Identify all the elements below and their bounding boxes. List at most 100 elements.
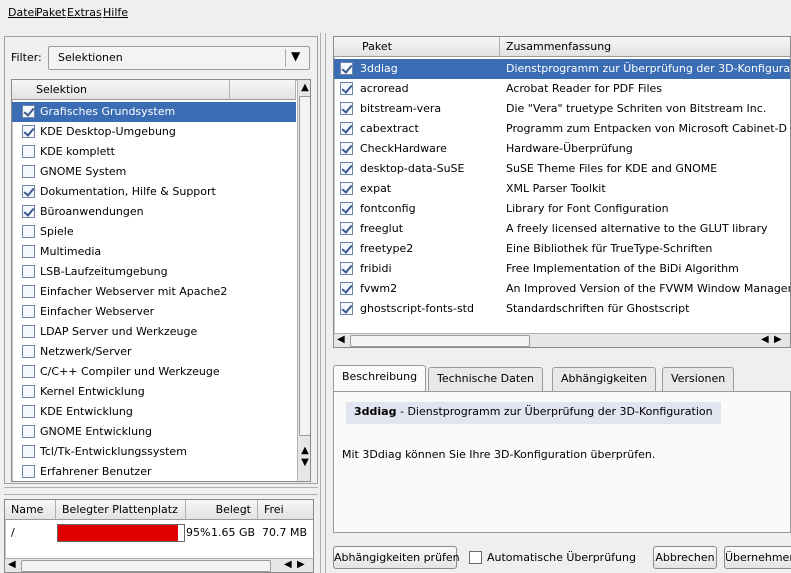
table-row[interactable]: / 95% 1.65 GB 70.7 MB: [5, 522, 313, 544]
table-row[interactable]: freetype2 Eine Bibliothek für TrueType-Sc…: [334, 239, 790, 259]
disk-header-used[interactable]: Belegt: [186, 500, 258, 520]
selection-checkbox[interactable]: [22, 405, 35, 418]
list-item[interactable]: Spiele: [12, 222, 296, 242]
package-checkbox[interactable]: [340, 302, 353, 315]
auto-check-checkbox[interactable]: [469, 551, 482, 564]
list-item[interactable]: KDE Desktop-Umgebung: [12, 122, 296, 142]
menu-datei[interactable]: Datei: [8, 6, 37, 19]
list-item[interactable]: C/C++ Compiler und Werkzeuge: [12, 362, 296, 382]
list-item[interactable]: Einfacher Webserver: [12, 302, 296, 322]
selection-checkbox[interactable]: [22, 385, 35, 398]
package-checkbox[interactable]: [340, 122, 353, 135]
package-checkbox[interactable]: [340, 282, 353, 295]
table-row[interactable]: fribidi Free Implementation of the BiDi A…: [334, 259, 790, 279]
selection-checkbox[interactable]: [22, 305, 35, 318]
list-item[interactable]: Dokumentation, Hilfe & Support: [12, 182, 296, 202]
package-checkbox[interactable]: [340, 82, 353, 95]
list-item[interactable]: LSB-Laufzeitumgebung: [12, 262, 296, 282]
list-item[interactable]: Büroanwendungen: [12, 202, 296, 222]
selection-checkbox[interactable]: [22, 225, 35, 238]
list-item[interactable]: Einfacher Webserver mit Apache2: [12, 282, 296, 302]
selection-checkbox[interactable]: [22, 185, 35, 198]
list-item[interactable]: Multimedia: [12, 242, 296, 262]
list-item[interactable]: Kernel Entwicklung: [12, 382, 296, 402]
package-checkbox[interactable]: [340, 222, 353, 235]
tab-beschreibung[interactable]: Beschreibung: [333, 365, 427, 392]
table-row[interactable]: acroread Acrobat Reader for PDF Files: [334, 79, 790, 99]
list-item[interactable]: Tcl/Tk-Entwicklungssystem: [12, 442, 296, 462]
package-checkbox[interactable]: [340, 202, 353, 215]
list-item[interactable]: Erfahrener Benutzer: [12, 462, 296, 481]
scroll-down-icon[interactable]: ▼: [298, 456, 310, 470]
menu-extras[interactable]: Extras: [67, 6, 102, 19]
disk-header-free[interactable]: Frei: [258, 500, 313, 520]
list-item[interactable]: LDAP Server und Werkzeuge: [12, 322, 296, 342]
selection-scrollbar[interactable]: ▲ ▲ ▼: [297, 80, 310, 481]
vertical-splitter[interactable]: [320, 33, 326, 573]
menu-hilfe[interactable]: Hilfe: [103, 6, 128, 19]
table-row[interactable]: 3ddiag Dienstprogramm zur Überprüfung der…: [334, 59, 790, 79]
package-checkbox[interactable]: [340, 102, 353, 115]
filter-combo[interactable]: Selektionen ▼: [48, 46, 310, 70]
scroll-right-icon[interactable]: ▶: [774, 334, 782, 345]
selection-checkbox[interactable]: [22, 345, 35, 358]
selection-checkbox[interactable]: [22, 105, 35, 118]
table-row[interactable]: desktop-data-SuSE SuSE Theme Files for KD…: [334, 159, 790, 179]
selection-checkbox[interactable]: [22, 205, 35, 218]
table-row[interactable]: CheckHardware Hardware-Überprüfung: [334, 139, 790, 159]
table-row[interactable]: expat XML Parser Toolkit: [334, 179, 790, 199]
check-dependencies-button[interactable]: Abhängigkeiten prüfen: [333, 546, 460, 569]
list-item[interactable]: KDE komplett: [12, 142, 296, 162]
hscroll-thumb[interactable]: [21, 560, 271, 572]
scroll-right-icon[interactable]: ▶: [297, 559, 305, 570]
selection-checkbox[interactable]: [22, 365, 35, 378]
package-checkbox[interactable]: [340, 182, 353, 195]
accept-button[interactable]: Übernehmen: [724, 546, 791, 569]
package-checkbox[interactable]: [340, 162, 353, 175]
hscroll-thumb[interactable]: [350, 335, 530, 347]
table-row[interactable]: freeglut A freely licensed alternative to…: [334, 219, 790, 239]
selection-checkbox[interactable]: [22, 325, 35, 338]
disk-header-used-space[interactable]: Belegter Plattenplatz: [56, 500, 186, 520]
selection-checkbox[interactable]: [22, 145, 35, 158]
list-item[interactable]: GNOME System: [12, 162, 296, 182]
disk-hscrollbar[interactable]: ◀ ◀ ▶: [5, 558, 313, 572]
table-row[interactable]: cabextract Programm zum Entpacken von Mic…: [334, 119, 790, 139]
tab-abhaengigkeiten[interactable]: Abhängigkeiten: [552, 367, 657, 391]
scroll-left-icon[interactable]: ◀: [8, 559, 16, 570]
scroll-left-icon[interactable]: ◀: [284, 559, 292, 570]
selection-checkbox[interactable]: [22, 265, 35, 278]
list-item[interactable]: GNOME Entwicklung: [12, 422, 296, 442]
package-checkbox[interactable]: [340, 142, 353, 155]
package-header-paket[interactable]: Paket: [334, 37, 500, 57]
selection-checkbox[interactable]: [22, 465, 35, 478]
list-item[interactable]: Grafisches Grundsystem: [12, 102, 296, 122]
scroll-thumb[interactable]: [299, 96, 310, 436]
list-item[interactable]: KDE Entwicklung: [12, 402, 296, 422]
package-checkbox[interactable]: [340, 62, 353, 75]
scroll-left-icon[interactable]: ◀: [337, 334, 345, 345]
list-item[interactable]: Netzwerk/Server: [12, 342, 296, 362]
disk-header-name[interactable]: Name: [5, 500, 56, 520]
selection-checkbox[interactable]: [22, 245, 35, 258]
package-header-summary[interactable]: Zusammenfassung: [500, 37, 790, 57]
package-hscrollbar[interactable]: ◀ ◀ ▶: [334, 333, 790, 347]
table-row[interactable]: fvwm2 An Improved Version of the FVWM Win…: [334, 279, 790, 299]
cancel-button[interactable]: Abbrechen: [653, 546, 717, 569]
tab-technische-daten[interactable]: Technische Daten: [428, 367, 543, 391]
menu-paket[interactable]: Paket: [36, 6, 66, 19]
horizontal-splitter[interactable]: [4, 487, 318, 495]
scroll-up-icon[interactable]: ▲: [298, 81, 310, 95]
selection-header[interactable]: Selektion: [12, 80, 230, 100]
table-row[interactable]: fontconfig Library for Font Configuration: [334, 199, 790, 219]
selection-checkbox[interactable]: [22, 165, 35, 178]
selection-checkbox[interactable]: [22, 425, 35, 438]
package-checkbox[interactable]: [340, 262, 353, 275]
table-row[interactable]: bitstream-vera Die "Vera" truetype Schrit…: [334, 99, 790, 119]
tab-versionen[interactable]: Versionen: [662, 367, 735, 391]
package-checkbox[interactable]: [340, 242, 353, 255]
scroll-left-icon[interactable]: ◀: [761, 334, 769, 345]
selection-checkbox[interactable]: [22, 445, 35, 458]
selection-checkbox[interactable]: [22, 285, 35, 298]
table-row[interactable]: ghostscript-fonts-std Standardschriften f…: [334, 299, 790, 319]
